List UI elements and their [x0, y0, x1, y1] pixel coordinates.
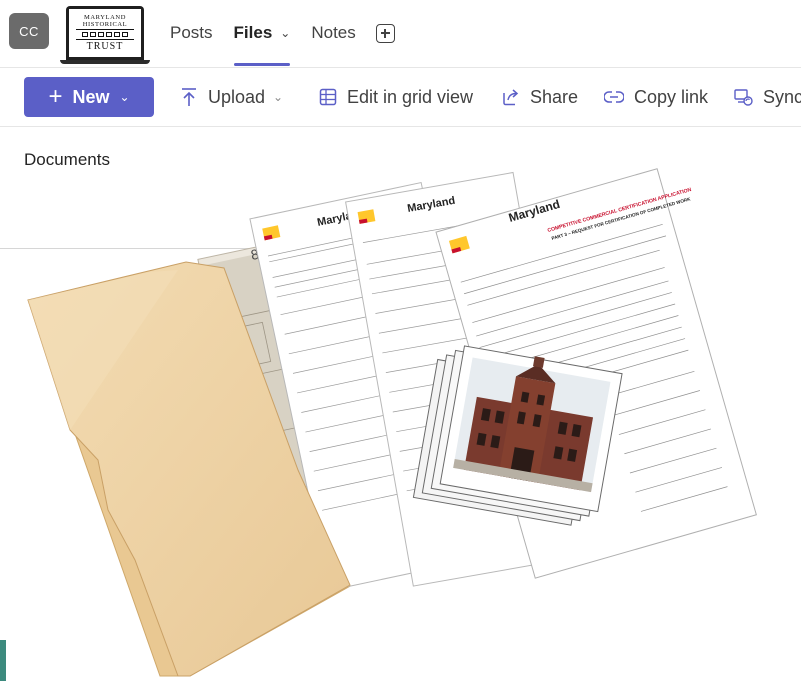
files-page: { "avatar": { "initials": "CC" }, "team_… — [0, 0, 801, 681]
tab-posts[interactable]: Posts — [170, 0, 213, 66]
edit-grid-view-button[interactable]: Edit in grid view — [319, 77, 473, 117]
empty-folder-illustration: 801 Maryland — [27, 168, 757, 677]
copy-link-label: Copy link — [634, 86, 709, 107]
grid-icon — [319, 88, 337, 106]
laptop-base — [60, 60, 150, 64]
copy-link-button[interactable]: Copy link — [604, 77, 708, 117]
add-tab-icon[interactable] — [375, 23, 395, 43]
avatar-initials: CC — [19, 23, 39, 39]
upload-icon — [180, 87, 198, 107]
channel-header: CC MARYLAND HISTORICAL TRUST Posts Files… — [0, 0, 801, 66]
tab-notes[interactable]: Notes — [311, 0, 355, 66]
logo-emblem-strip — [82, 32, 128, 37]
chevron-down-icon: ⌄ — [280, 26, 291, 40]
sync-icon — [733, 88, 753, 106]
logo-text-line2: HISTORICAL — [82, 21, 128, 28]
avatar[interactable]: CC — [9, 13, 49, 49]
tab-label: Posts — [170, 23, 213, 42]
tab-label: Notes — [311, 23, 356, 42]
logo-text-line1: MARYLAND — [84, 14, 126, 21]
team-logo-artwork: MARYLAND HISTORICAL TRUST — [69, 9, 141, 57]
chevron-down-icon: ⌄ — [119, 90, 130, 104]
share-icon — [501, 88, 520, 106]
plus-icon: + — [48, 83, 63, 110]
logo-text-line3: TRUST — [86, 41, 124, 52]
upload-button[interactable]: Upload ⌄ — [180, 77, 283, 117]
upload-label: Upload — [208, 86, 266, 107]
command-bar-divider — [0, 126, 801, 127]
sync-button[interactable]: Sync — [733, 77, 801, 117]
share-button[interactable]: Share — [501, 77, 578, 117]
new-button[interactable]: + New ⌄ — [24, 77, 154, 117]
chevron-down-icon: ⌄ — [273, 90, 284, 104]
share-label: Share — [530, 86, 579, 107]
grid-label: Edit in grid view — [347, 86, 474, 107]
command-bar: + New ⌄ Upload ⌄ Edit in grid view Share — [0, 68, 801, 126]
logo-rule — [76, 39, 134, 40]
tab-files[interactable]: Files ⌄ — [233, 0, 291, 66]
team-logo-screen: MARYLAND HISTORICAL TRUST — [66, 6, 144, 60]
sync-label: Sync — [763, 86, 801, 107]
tab-label: Files — [233, 23, 273, 42]
link-icon — [604, 90, 624, 104]
channel-tabs: Posts Files ⌄ Notes — [170, 0, 395, 66]
logo-rule — [76, 29, 134, 30]
photo-stack — [412, 345, 623, 526]
team-logo[interactable]: MARYLAND HISTORICAL TRUST — [60, 4, 150, 64]
left-edge-accent — [0, 640, 6, 681]
new-button-label: New — [72, 86, 110, 107]
